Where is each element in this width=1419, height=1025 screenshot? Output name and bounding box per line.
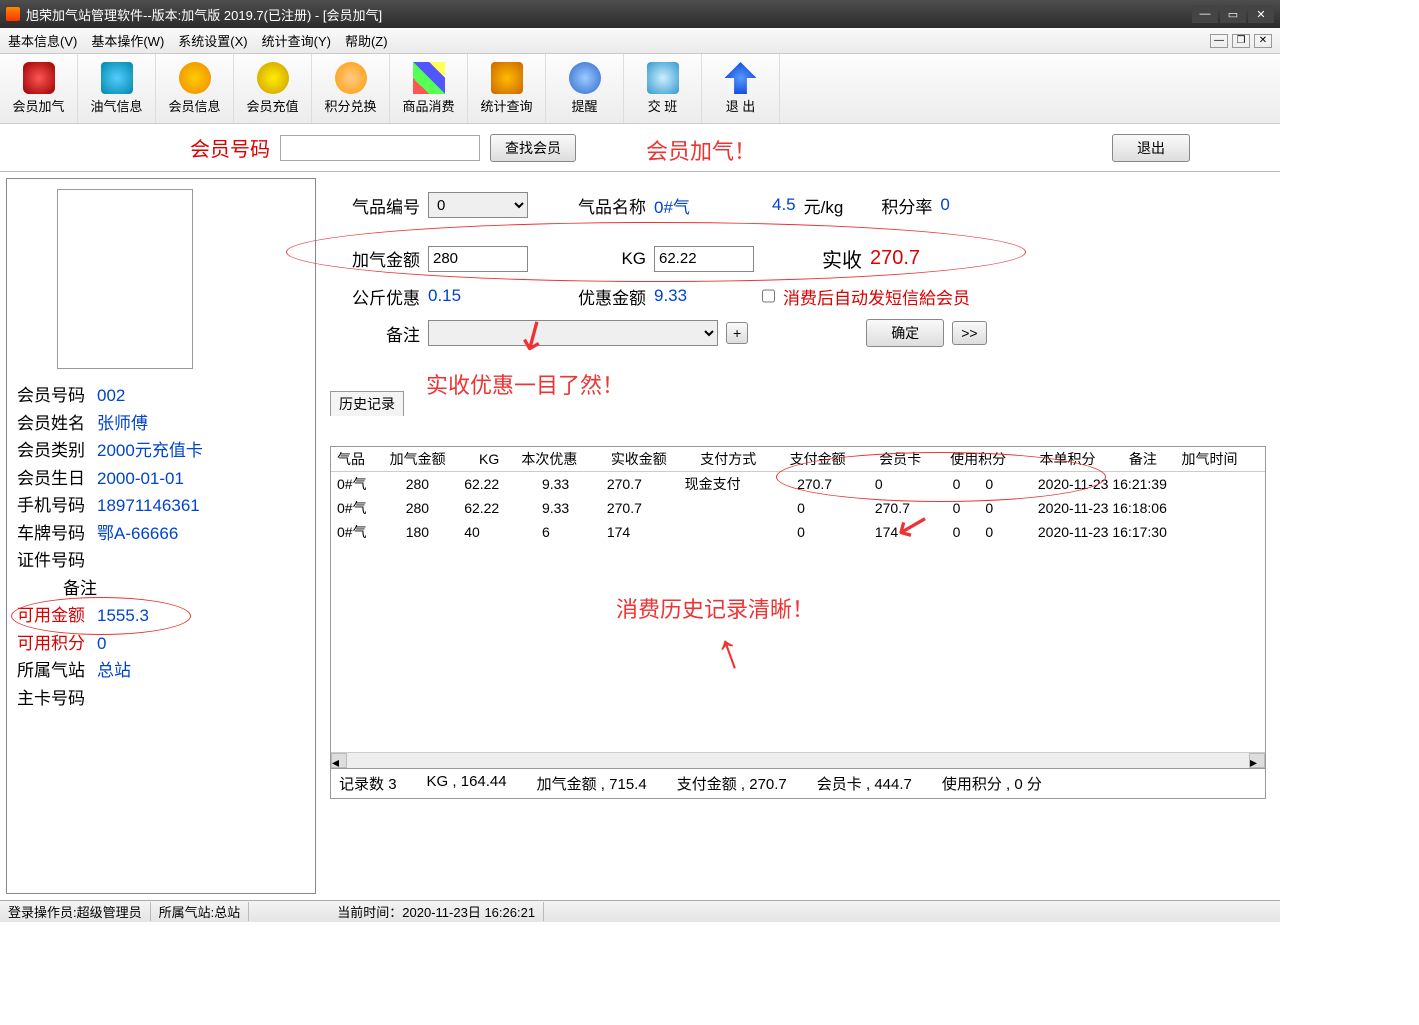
points-icon — [335, 62, 367, 94]
tb-exit[interactable]: 退 出 — [702, 54, 780, 123]
col-header: 会员卡 — [873, 447, 944, 472]
minimize-button[interactable]: — — [1192, 5, 1218, 23]
tb-points[interactable]: 积分兑换 — [312, 54, 390, 123]
history-table: 气品加气金额KG本次优惠实收金额支付方式支付金额会员卡使用积分本单积分备注加气时… — [330, 446, 1266, 799]
perkg-disc: 0.15 — [428, 286, 528, 306]
shift-icon — [647, 62, 679, 94]
gas-price: 4.5 — [772, 195, 796, 215]
scroll-right-icon[interactable]: ▸ — [1249, 753, 1265, 768]
mdi-minimize-button[interactable]: — — [1210, 34, 1228, 48]
titlebar: 旭荣加气站管理软件--版本:加气版 2019.7(已注册) - [会员加气] —… — [0, 0, 1280, 28]
tb-remind[interactable]: 提醒 — [546, 54, 624, 123]
col-header: 本单积分 — [1034, 447, 1123, 472]
search-row: 会员号码 查找会员 退出 — [0, 124, 1280, 172]
member-no-input[interactable] — [280, 135, 480, 161]
member-phone: 18971146361 — [97, 493, 200, 519]
col-header: 气品 — [331, 447, 384, 472]
table-row[interactable]: 0#气1804061740174002020-11-23 16:17:30 — [331, 520, 1265, 544]
transaction-panel: 会员加气！ 气品编号 0 气品名称 0#气 4.5 元/kg 积分率 0 加气金… — [316, 172, 1280, 900]
confirm-button[interactable]: 确定 — [866, 319, 944, 347]
tb-goods[interactable]: 商品消费 — [390, 54, 468, 123]
col-header: 使用积分 — [944, 447, 1033, 472]
member-no: 002 — [97, 383, 125, 409]
coin-icon — [257, 62, 289, 94]
gas-name: 0#气 — [654, 193, 764, 218]
user-icon — [179, 62, 211, 94]
member-type: 2000元充值卡 — [97, 438, 203, 464]
add-remark-button[interactable]: + — [726, 322, 748, 344]
toolbar: 会员加气 油气信息 会员信息 会员充值 积分兑换 商品消费 统计查询 提醒 交 … — [0, 54, 1280, 124]
member-plate: 鄂A-66666 — [97, 521, 178, 547]
sms-checkbox[interactable] — [762, 283, 775, 309]
grid-icon — [413, 62, 445, 94]
stats-icon — [491, 62, 523, 94]
statusbar: 登录操作员:超级管理员 所属气站:总站 当前时间：2020-11-23日 16:… — [0, 900, 1280, 922]
disc-amt: 9.33 — [654, 286, 754, 306]
member-panel: 会员号码002 会员姓名张师傅 会员类别2000元充值卡 会员生日2000-01… — [6, 178, 316, 894]
col-header: KG — [473, 447, 515, 472]
col-header: 支付方式 — [694, 447, 783, 472]
menu-sys-set[interactable]: 系统设置(X) — [178, 31, 247, 50]
member-balance: 1555.3 — [97, 603, 149, 629]
tb-recharge[interactable]: 会员充值 — [234, 54, 312, 123]
exit-icon — [725, 62, 757, 94]
member-points: 0 — [97, 631, 106, 657]
table-row[interactable]: 0#气28062.229.33270.7现金支付270.70002020-11-… — [331, 472, 1265, 496]
menubar: 基本信息(V) 基本操作(W) 系统设置(X) 统计查询(Y) 帮助(Z) — … — [0, 28, 1280, 54]
mdi-restore-button[interactable]: ❐ — [1232, 34, 1250, 48]
col-header: 加气金额 — [384, 447, 473, 472]
window-title: 旭荣加气站管理软件--版本:加气版 2019.7(已注册) - [会员加气] — [26, 5, 1192, 24]
kg-input[interactable] — [654, 246, 754, 272]
gas-no-select[interactable]: 0 — [428, 192, 528, 218]
tb-stats[interactable]: 统计查询 — [468, 54, 546, 123]
actual-value: 270.7 — [870, 247, 920, 270]
scroll-left-icon[interactable]: ◂ — [331, 753, 347, 768]
menu-basic-op[interactable]: 基本操作(W) — [91, 31, 164, 50]
col-header: 备注 — [1123, 447, 1176, 472]
search-button[interactable]: 查找会员 — [490, 134, 576, 162]
member-photo — [57, 189, 193, 369]
member-name: 张师傅 — [97, 411, 148, 437]
remark-select[interactable] — [428, 320, 718, 346]
status-operator: 超级管理员 — [77, 905, 142, 920]
exit-button[interactable]: 退出 — [1112, 134, 1190, 162]
col-header: 加气时间 — [1176, 447, 1265, 472]
amount-input[interactable] — [428, 246, 528, 272]
flask-icon — [101, 62, 133, 94]
member-no-label: 会员号码 — [190, 133, 270, 162]
member-birth: 2000-01-01 — [97, 466, 184, 492]
tb-gas-info[interactable]: 油气信息 — [78, 54, 156, 123]
status-station: 总站 — [214, 905, 240, 920]
more-button[interactable]: >> — [952, 321, 986, 345]
member-station: 总站 — [97, 658, 131, 684]
col-header: 本次优惠 — [515, 447, 604, 472]
summary-row: 记录数 3 KG , 164.44 加气金额 , 715.4 支付金额 , 27… — [331, 768, 1265, 798]
tb-member-info[interactable]: 会员信息 — [156, 54, 234, 123]
car-icon — [23, 62, 55, 94]
menu-basic-info[interactable]: 基本信息(V) — [8, 31, 77, 50]
tb-shift[interactable]: 交 班 — [624, 54, 702, 123]
col-header: 实收金额 — [605, 447, 694, 472]
menu-stat-query[interactable]: 统计查询(Y) — [262, 31, 331, 50]
mdi-close-button[interactable]: ✕ — [1254, 34, 1272, 48]
col-header: 支付金额 — [784, 447, 873, 472]
menu-help[interactable]: 帮助(Z) — [345, 31, 388, 50]
status-time: 2020-11-23日 16:26:21 — [402, 905, 535, 920]
app-icon — [6, 7, 20, 21]
horizontal-scrollbar[interactable]: ◂ ▸ — [331, 752, 1265, 768]
tb-member-gas[interactable]: 会员加气 — [0, 54, 78, 123]
table-row[interactable]: 0#气28062.229.33270.70270.7002020-11-23 1… — [331, 496, 1265, 520]
close-button[interactable]: ✕ — [1248, 5, 1274, 23]
rate-value: 0 — [940, 195, 949, 215]
clock-icon — [569, 62, 601, 94]
history-tab[interactable]: 历史记录 — [330, 391, 404, 416]
maximize-button[interactable]: ▭ — [1220, 5, 1246, 23]
